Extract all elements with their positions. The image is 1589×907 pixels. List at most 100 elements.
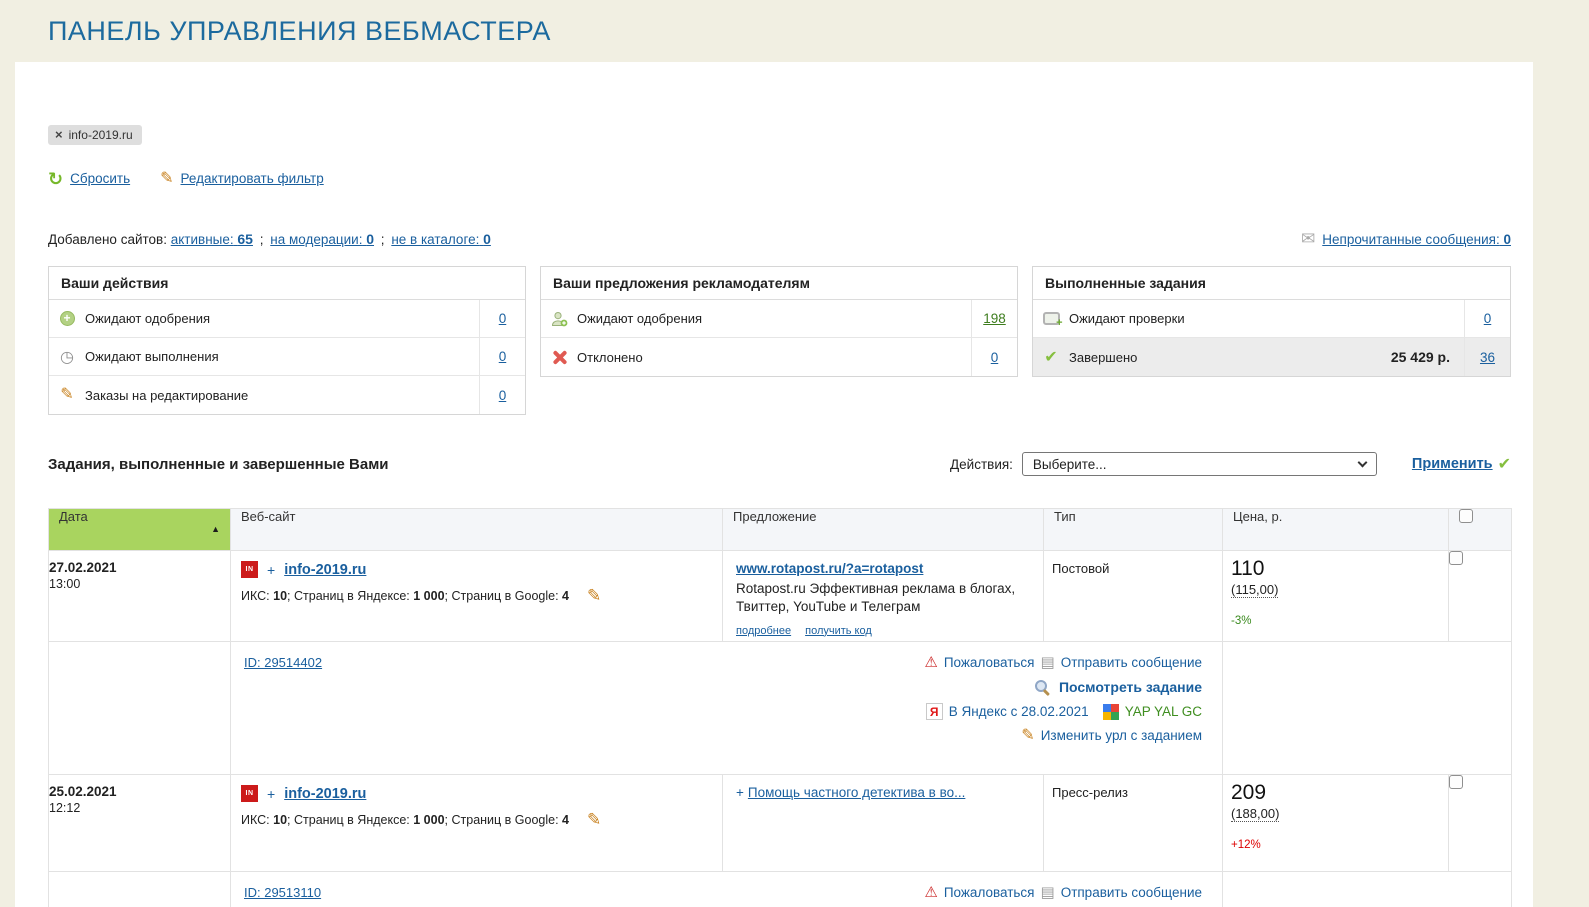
row-checkbox[interactable] xyxy=(1449,551,1463,565)
reset-filter-link[interactable]: Сбросить xyxy=(70,171,130,186)
price-original: (188,00) xyxy=(1231,806,1279,822)
price-value: 110 xyxy=(1231,557,1436,581)
document-icon: ▤ xyxy=(1041,653,1055,671)
complain-link[interactable]: Пожаловаться xyxy=(944,655,1035,670)
task-id-link[interactable]: ID: 29513110 xyxy=(244,885,321,900)
separator: ; xyxy=(260,232,264,247)
plus-circle-icon: + xyxy=(60,311,75,326)
pencil-icon: ✎ xyxy=(60,388,73,402)
filter-toolbar: ↻ Сбросить ✎ Редактировать фильтр xyxy=(48,171,1511,186)
task-id-link[interactable]: ID: 29514402 xyxy=(244,655,322,670)
active-sites-link[interactable]: активные: 65 xyxy=(171,232,253,247)
price-value: 209 xyxy=(1231,781,1436,805)
task-price-cell: 209 (188,00) +12% xyxy=(1223,775,1449,872)
site-link[interactable]: info-2019.ru xyxy=(284,562,366,578)
expand-offer-toggle[interactable]: + xyxy=(736,785,744,800)
check-icon: ✔ xyxy=(1044,347,1057,367)
panel-completed-tasks: Выполненные задания Ожидают проверки 0 ✔… xyxy=(1032,266,1511,377)
panel-row-label: Ожидают проверки xyxy=(1069,311,1464,326)
panel-row-label: Ожидают одобрения xyxy=(577,311,971,326)
panel-your-offers: Ваши предложения рекламодателям Ожидают … xyxy=(540,266,1018,377)
panel-row: Ожидают одобрения 198 xyxy=(541,300,1017,338)
column-header-type[interactable]: Тип xyxy=(1044,509,1223,551)
table-row-footer: ID: 29513110 ⚠ Пожаловаться ▤ Отправить … xyxy=(49,872,1512,907)
change-url-link[interactable]: Изменить урл с заданием xyxy=(1041,728,1202,743)
panel-title: Ваши действия xyxy=(49,267,525,300)
offers-declined-count-link[interactable]: 0 xyxy=(991,350,999,365)
panel-row: Ожидают проверки 0 xyxy=(1033,300,1510,338)
panel-row-label: Отклонено xyxy=(577,350,971,365)
not-in-catalog-link[interactable]: не в каталоге: 0 xyxy=(391,232,491,247)
table-row: 27.02.2021 13:00 IN + info-2019.ru ИКС: … xyxy=(49,551,1512,642)
panel-row: Отклонено 0 xyxy=(541,338,1017,376)
table-row-footer: ID: 29514402 ⚠ Пожаловаться ▤ Отправить … xyxy=(49,642,1512,775)
price-delta: -3% xyxy=(1231,615,1436,627)
expand-site-toggle[interactable]: + xyxy=(267,562,275,578)
warning-icon: ⚠ xyxy=(924,653,937,671)
filter-chip[interactable]: × info-2019.ru xyxy=(48,125,142,145)
warning-icon: ⚠ xyxy=(924,883,937,901)
select-all-checkbox[interactable] xyxy=(1459,509,1473,523)
yandex-indexed-link[interactable]: В Яндекс с 28.02.2021 xyxy=(949,704,1089,719)
page-header: ПАНЕЛЬ УПРАВЛЕНИЯ ВЕБМАСТЕРА xyxy=(0,0,1589,62)
page-title: ПАНЕЛЬ УПРАВЛЕНИЯ ВЕБМАСТЕРА xyxy=(48,16,551,47)
pending-approval-count-link[interactable]: 0 xyxy=(499,311,507,326)
expand-site-toggle[interactable]: + xyxy=(267,786,275,802)
edit-site-icon[interactable]: ✎ xyxy=(587,813,601,827)
offer-get-code-link[interactable]: получить код xyxy=(805,624,872,639)
column-header-date[interactable]: Дата ▲ xyxy=(49,509,231,551)
apply-button[interactable]: Применить xyxy=(1412,456,1493,472)
price-original: (115,00) xyxy=(1231,582,1278,598)
view-task-link[interactable]: Посмотреть задание xyxy=(1059,679,1202,695)
site-stats: ИКС: 10; Страниц в Яндексе: 1 000; Стран… xyxy=(241,589,712,603)
task-type: Постовой xyxy=(1044,551,1223,642)
separator: ; xyxy=(381,232,385,247)
completed-count-link[interactable]: 36 xyxy=(1480,350,1495,365)
remove-filter-icon[interactable]: × xyxy=(55,130,63,140)
price-delta: +12% xyxy=(1231,839,1436,851)
awaiting-check-count-link[interactable]: 0 xyxy=(1484,311,1492,326)
site-favicon: IN xyxy=(241,561,258,578)
send-message-link[interactable]: Отправить сообщение xyxy=(1061,885,1202,900)
row-checkbox[interactable] xyxy=(1449,775,1463,789)
tasks-table: Дата ▲ Веб-сайт Предложение Тип Цена, р.… xyxy=(48,508,1512,907)
complain-link[interactable]: Пожаловаться xyxy=(944,885,1035,900)
clock-icon: ◷ xyxy=(60,347,74,367)
column-header-price[interactable]: Цена, р. xyxy=(1223,509,1449,551)
offer-more-link[interactable]: подробнее xyxy=(736,624,791,639)
actions-select[interactable]: Выберите... xyxy=(1022,452,1377,476)
content-sheet: × info-2019.ru ↻ Сбросить ✎ Редактироват… xyxy=(15,62,1533,907)
indexers-status-link[interactable]: YAP YAL GC xyxy=(1125,704,1202,719)
panel-row: ◷ Ожидают выполнения 0 xyxy=(49,338,525,376)
moderation-sites-link[interactable]: на модерации: 0 xyxy=(270,232,374,247)
google-icon xyxy=(1103,704,1119,720)
panel-row-completed: ✔ Завершено 25 429 р. 36 xyxy=(1033,338,1510,376)
task-date-cell: 25.02.2021 12:12 xyxy=(49,775,231,872)
pending-execution-count-link[interactable]: 0 xyxy=(499,349,507,364)
pencil-icon: ✎ xyxy=(160,172,173,186)
column-header-site[interactable]: Веб-сайт xyxy=(231,509,723,551)
unread-messages-link[interactable]: Непрочитанные сообщения: 0 xyxy=(1322,232,1511,247)
sites-summary: Добавлено сайтов: активные: 65 ; на моде… xyxy=(48,231,491,247)
refresh-icon: ↻ xyxy=(48,172,63,186)
site-stats: ИКС: 10; Страниц в Яндексе: 1 000; Стран… xyxy=(241,813,712,827)
panel-row: + Ожидают одобрения 0 xyxy=(49,300,525,338)
edit-filter-link[interactable]: Редактировать фильтр xyxy=(181,171,324,186)
panel-row-label: Ожидают одобрения xyxy=(85,311,479,326)
site-link[interactable]: info-2019.ru xyxy=(284,786,366,802)
offer-link[interactable]: www.rotapost.ru/?a=rotapost xyxy=(736,561,923,576)
offer-link[interactable]: Помощь частного детектива в во... xyxy=(748,785,965,800)
task-date-cell: 27.02.2021 13:00 xyxy=(49,551,231,642)
check-icon: ✔ xyxy=(1498,454,1511,474)
panel-row: ✎ Заказы на редактирование 0 xyxy=(49,376,525,414)
send-message-link[interactable]: Отправить сообщение xyxy=(1061,655,1202,670)
edit-site-icon[interactable]: ✎ xyxy=(587,589,601,603)
panel-row-label: Заказы на редактирование xyxy=(85,388,479,403)
pencil-icon: ✎ xyxy=(1021,729,1034,743)
column-header-offer[interactable]: Предложение xyxy=(723,509,1044,551)
yandex-icon: Я xyxy=(926,703,943,720)
panel-row-label: Ожидают выполнения xyxy=(85,349,479,364)
edit-orders-count-link[interactable]: 0 xyxy=(499,388,507,403)
table-row: 25.02.2021 12:12 IN + info-2019.ru ИКС: … xyxy=(49,775,1512,872)
offers-pending-count-link[interactable]: 198 xyxy=(983,311,1006,326)
